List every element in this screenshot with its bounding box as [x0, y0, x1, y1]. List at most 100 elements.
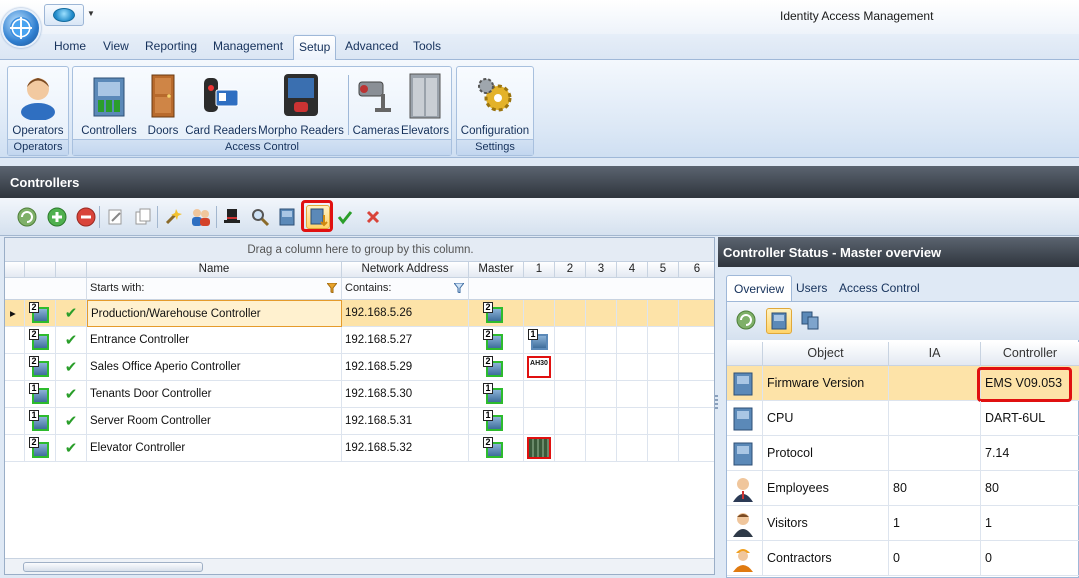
- status-panel-title: Controller Status - Master overview: [718, 237, 1079, 267]
- operators-button[interactable]: Operators: [9, 69, 67, 139]
- controller-button[interactable]: [275, 205, 299, 229]
- column-header-icon: [727, 342, 763, 366]
- apply-icon: [337, 211, 353, 225]
- column-header-master[interactable]: Master: [469, 262, 524, 278]
- column-header-1[interactable]: 1: [524, 262, 555, 278]
- operators-button-label: Operators: [12, 125, 64, 137]
- delete-button[interactable]: [74, 205, 98, 229]
- copy-button[interactable]: [131, 205, 155, 229]
- add-button[interactable]: [45, 205, 69, 229]
- filter-icon[interactable]: [454, 283, 464, 293]
- tab-management[interactable]: Management: [213, 39, 283, 53]
- morpho-readers-button[interactable]: Morpho Readers: [257, 69, 345, 139]
- edit-icon: [108, 209, 122, 225]
- ribbon-group-operators: Operators Operators: [7, 66, 69, 156]
- status-object: Employees: [763, 471, 889, 506]
- column-header-icon[interactable]: [25, 262, 56, 278]
- name-filter[interactable]: Starts with:: [87, 278, 342, 300]
- hat-button[interactable]: [220, 205, 244, 229]
- tab-advanced[interactable]: Advanced: [345, 39, 398, 53]
- master-view-button[interactable]: [766, 308, 792, 334]
- morpho-reader-icon: [284, 74, 318, 116]
- column-header-5[interactable]: 5: [648, 262, 679, 278]
- configuration-button[interactable]: Configuration: [458, 69, 532, 139]
- controller-status-icon: 1: [25, 381, 56, 408]
- reader-icon: 1: [524, 327, 555, 354]
- controller-status-icon: 2: [25, 354, 56, 381]
- device-cell-4: [617, 354, 648, 381]
- tab-view[interactable]: View: [103, 39, 129, 53]
- cancel-icon: [366, 210, 380, 224]
- column-header-2[interactable]: 2: [555, 262, 586, 278]
- tab-access-control[interactable]: Access Control: [832, 275, 927, 301]
- employee-icon: [733, 478, 753, 502]
- quick-access-dropdown-icon[interactable]: ▼: [87, 9, 95, 18]
- refresh-icon: [736, 310, 756, 330]
- network-address-filter-label: Contains:: [345, 282, 392, 294]
- column-header-object[interactable]: Object: [763, 342, 889, 366]
- slave-view-button[interactable]: [798, 308, 822, 332]
- tab-home[interactable]: Home: [54, 39, 86, 53]
- column-header-6[interactable]: 6: [679, 262, 714, 278]
- cancel-button[interactable]: [361, 205, 385, 229]
- controller-name[interactable]: Tenants Door Controller: [87, 381, 342, 408]
- column-header-network-address[interactable]: Network Address: [342, 262, 469, 278]
- users-button[interactable]: [189, 205, 213, 229]
- quick-access-button[interactable]: [44, 4, 84, 26]
- title-bar: ▼ Identity Access Management: [0, 0, 1079, 34]
- controller-name[interactable]: Elevator Controller: [87, 435, 342, 462]
- gears-icon: [478, 78, 512, 112]
- edit-button[interactable]: [103, 205, 127, 229]
- master-icon: 2: [469, 327, 524, 354]
- device-cell-4: [617, 381, 648, 408]
- card-readers-button[interactable]: Card Readers: [185, 69, 257, 139]
- hat-icon: [224, 209, 240, 223]
- device-cell-1: [524, 381, 555, 408]
- wizard-button[interactable]: [161, 205, 185, 229]
- controller-name[interactable]: Entrance Controller: [87, 327, 342, 354]
- status-refresh-button[interactable]: [734, 308, 758, 332]
- visitor-icon: [733, 513, 753, 537]
- search-button[interactable]: [248, 205, 272, 229]
- ribbon-group-settings: Configuration Settings: [456, 66, 534, 156]
- master-icon: 1: [469, 381, 524, 408]
- users-icon: [192, 209, 210, 226]
- tab-users[interactable]: Users: [789, 275, 834, 301]
- section-title: Controllers: [0, 166, 1079, 198]
- refresh-button[interactable]: [15, 205, 39, 229]
- controller-name[interactable]: Sales Office Aperio Controller: [87, 354, 342, 381]
- elevators-button[interactable]: Elevators: [399, 69, 451, 139]
- add-icon: [47, 207, 67, 227]
- column-header-status[interactable]: [56, 262, 87, 278]
- horizontal-scrollbar[interactable]: [5, 558, 714, 574]
- column-header-3[interactable]: 3: [586, 262, 617, 278]
- controllers-button[interactable]: Controllers: [77, 69, 141, 139]
- tab-tools[interactable]: Tools: [413, 39, 441, 53]
- status-row-icon-cell: [727, 401, 763, 436]
- status-controller: 1: [981, 506, 1079, 541]
- column-header-4[interactable]: 4: [617, 262, 648, 278]
- tab-reporting[interactable]: Reporting: [145, 39, 197, 53]
- group-by-panel[interactable]: Drag a column here to group by this colu…: [5, 238, 714, 262]
- column-header-name[interactable]: Name: [87, 262, 342, 278]
- door-icon: [151, 74, 175, 118]
- column-header-controller[interactable]: Controller: [981, 342, 1079, 366]
- scrollbar-thumb[interactable]: [23, 562, 203, 572]
- status-ia: 0: [889, 541, 981, 576]
- apply-button[interactable]: [333, 205, 357, 229]
- device-cell-5: [648, 327, 679, 354]
- filter-icon[interactable]: [327, 283, 337, 293]
- tab-setup[interactable]: Setup: [293, 35, 337, 61]
- status-ia: 80: [889, 471, 981, 506]
- aperio-hub-icon: AH30: [524, 354, 555, 381]
- controller-name[interactable]: Server Room Controller: [87, 408, 342, 435]
- row-indicator: [5, 381, 25, 408]
- network-address-filter[interactable]: Contains:: [342, 278, 469, 300]
- controller-name[interactable]: Production/Warehouse Controller: [87, 300, 342, 327]
- application-menu-button[interactable]: [1, 8, 41, 48]
- tab-overview[interactable]: Overview: [726, 275, 793, 301]
- doors-button[interactable]: Doors: [143, 69, 183, 139]
- cameras-button[interactable]: Cameras: [351, 69, 401, 139]
- overview-content: Object IA Controller Firmware Version EM…: [726, 301, 1079, 578]
- column-header-ia[interactable]: IA: [889, 342, 981, 366]
